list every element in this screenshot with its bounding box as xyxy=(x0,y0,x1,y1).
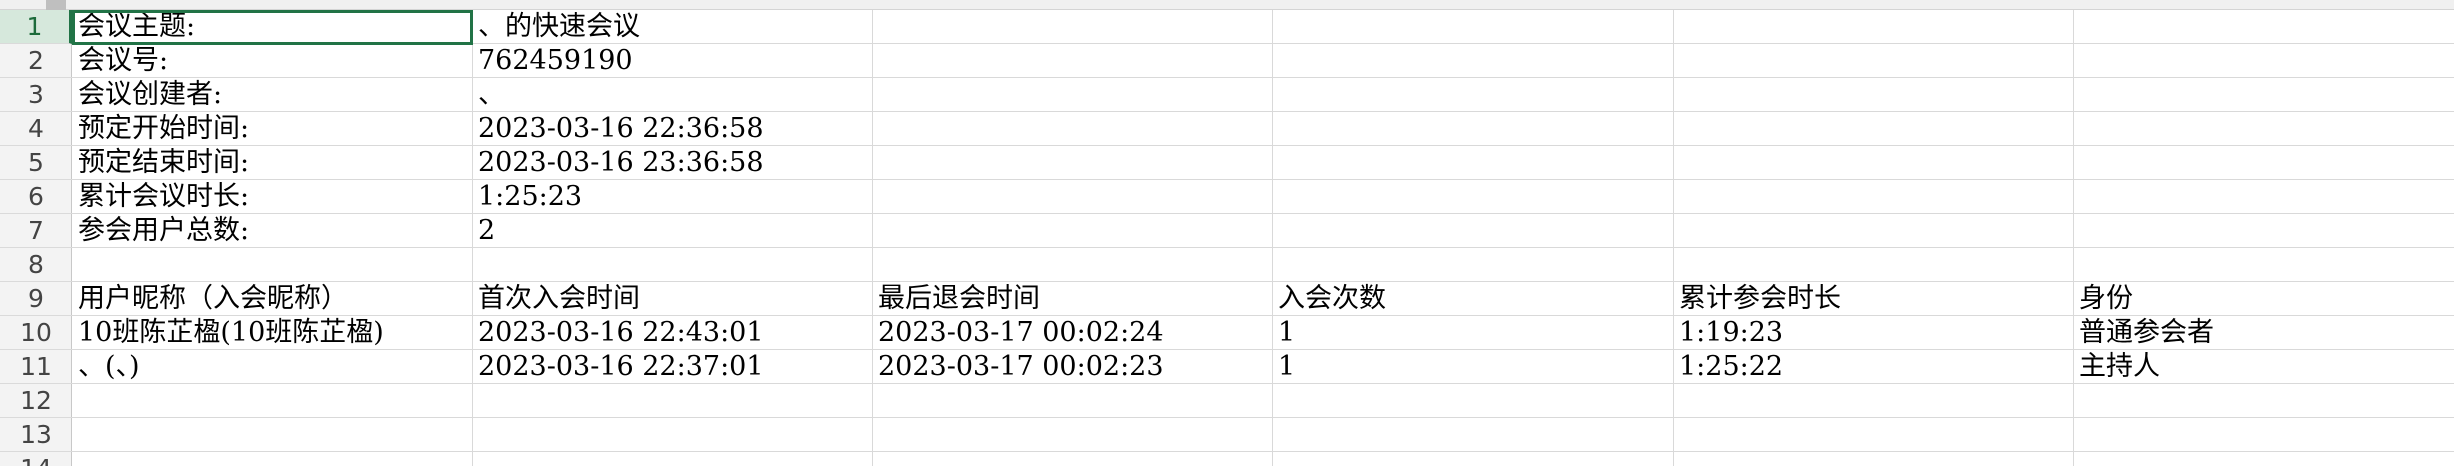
cell-e10[interactable]: 1:19:23 xyxy=(1673,316,2073,350)
cell-b3[interactable]: 、 xyxy=(472,78,872,112)
column-divider-e xyxy=(2073,10,2074,466)
row-header-11[interactable]: 11 xyxy=(0,350,72,384)
cell-b11[interactable]: 2023-03-16 22:37:01 xyxy=(472,350,872,384)
cell-f11[interactable]: 主持人 xyxy=(2073,350,2454,384)
cell-a7[interactable]: 参会用户总数: xyxy=(72,214,472,248)
cell-b6[interactable]: 1:25:23 xyxy=(472,180,872,214)
row-header-7[interactable]: 7 xyxy=(0,214,72,248)
cell-c10[interactable]: 2023-03-17 00:02:24 xyxy=(872,316,1272,350)
cell-b10[interactable]: 2023-03-16 22:43:01 xyxy=(472,316,872,350)
cell-a2[interactable]: 会议号: xyxy=(72,44,472,78)
row-header-1[interactable]: 1 xyxy=(0,10,72,44)
row-header-3[interactable]: 3 xyxy=(0,78,72,112)
row-header-14[interactable]: 14 xyxy=(0,452,72,466)
cell-f10[interactable]: 普通参会者 xyxy=(2073,316,2454,350)
selected-cell-outline xyxy=(72,10,473,45)
row-header-4[interactable]: 4 xyxy=(0,112,72,146)
row-header-2[interactable]: 2 xyxy=(0,44,72,78)
row-header-column: 1 2 3 4 5 6 7 8 9 10 11 12 13 14 xyxy=(0,10,72,466)
cell-b5[interactable]: 2023-03-16 23:36:58 xyxy=(472,146,872,180)
cell-c9[interactable]: 最后退会时间 xyxy=(872,282,1272,316)
cell-c11[interactable]: 2023-03-17 00:02:23 xyxy=(872,350,1272,384)
grid-row-13 xyxy=(72,418,2454,452)
row-header-8[interactable]: 8 xyxy=(0,248,72,282)
column-header-strip xyxy=(0,0,2454,10)
column-divider-b xyxy=(872,10,873,466)
cell-a6[interactable]: 累计会议时长: xyxy=(72,180,472,214)
column-divider-d xyxy=(1673,10,1674,466)
cell-b2[interactable]: 762459190 xyxy=(472,44,872,78)
cell-d11[interactable]: 1 xyxy=(1272,350,1673,384)
cell-a4[interactable]: 预定开始时间: xyxy=(72,112,472,146)
grid-row-12 xyxy=(72,384,2454,418)
cell-a10[interactable]: 10班陈芷楹(10班陈芷楹) xyxy=(72,316,472,350)
cell-f9[interactable]: 身份 xyxy=(2073,282,2454,316)
cell-b1[interactable]: 、的快速会议 xyxy=(472,10,872,44)
row-header-12[interactable]: 12 xyxy=(0,384,72,418)
cell-a11[interactable]: 、(、) xyxy=(72,350,472,384)
cell-a9[interactable]: 用户昵称（入会昵称） xyxy=(72,282,472,316)
cell-d9[interactable]: 入会次数 xyxy=(1272,282,1673,316)
cell-b9[interactable]: 首次入会时间 xyxy=(472,282,872,316)
row-header-6[interactable]: 6 xyxy=(0,180,72,214)
cell-b7[interactable]: 2 xyxy=(472,214,872,248)
select-all-corner[interactable] xyxy=(46,0,66,10)
grid-row-8 xyxy=(72,248,2454,282)
cell-e11[interactable]: 1:25:22 xyxy=(1673,350,2073,384)
cell-a5[interactable]: 预定结束时间: xyxy=(72,146,472,180)
cell-a3[interactable]: 会议创建者: xyxy=(72,78,472,112)
spreadsheet: 1 2 3 4 5 6 7 8 9 10 11 12 13 14 会议主题: 、… xyxy=(0,0,2454,466)
row-header-9[interactable]: 9 xyxy=(0,282,72,316)
column-divider-c xyxy=(1272,10,1273,466)
row-header-10[interactable]: 10 xyxy=(0,316,72,350)
row-header-13[interactable]: 13 xyxy=(0,418,72,452)
cell-b4[interactable]: 2023-03-16 22:36:58 xyxy=(472,112,872,146)
cell-e9[interactable]: 累计参会时长 xyxy=(1673,282,2073,316)
cell-d10[interactable]: 1 xyxy=(1272,316,1673,350)
row-header-5[interactable]: 5 xyxy=(0,146,72,180)
